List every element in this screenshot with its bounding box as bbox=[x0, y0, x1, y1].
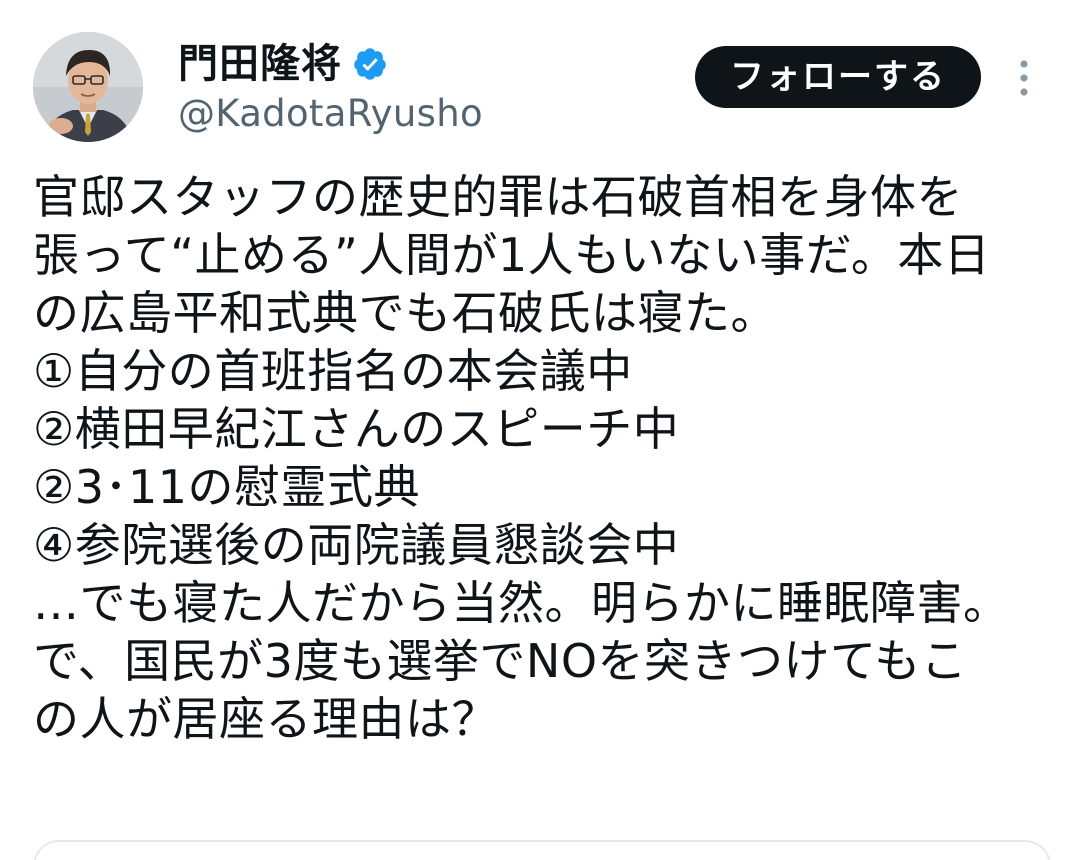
tweet-text-line: 官邸スタッフの歴史的罪は石破首相を身体を bbox=[33, 170, 963, 224]
verified-badge-icon bbox=[354, 48, 386, 80]
tweet-text: 官邸スタッフの歴史的罪は石破首相を身体を 張って“止める”人間が1人もいない事だ… bbox=[33, 168, 1043, 748]
tweet-text-line: で、国民が3度も選挙でNOを突きつけてもこ bbox=[33, 634, 968, 688]
tweet-text-line: ②横田早紀江さんのスピーチ中 bbox=[33, 402, 680, 456]
tweet-text-line: 張って“止める”人間が1人もいない事だ。本日 bbox=[33, 228, 991, 282]
display-name[interactable]: 門田隆将 bbox=[178, 38, 342, 90]
tweet-text-line: の人が居座る理由は？ bbox=[33, 692, 498, 746]
author-name-row: 門田隆将 bbox=[178, 38, 388, 90]
tweet-text-line: …でも寝た人だから当然。明らかに睡眠障害。 bbox=[33, 576, 1010, 630]
tweet-text-line: ④参院選後の両院議員懇談会中 bbox=[33, 518, 680, 572]
embedded-card-edge[interactable] bbox=[33, 840, 1051, 860]
avatar-photo bbox=[33, 32, 143, 142]
user-handle[interactable]: @KadotaRyusho bbox=[178, 92, 483, 136]
follow-button[interactable]: フォローする bbox=[695, 46, 981, 108]
tweet-text-line: の広島平和式典でも石破氏は寝た。 bbox=[33, 286, 777, 340]
tweet-card: 門田隆将 @KadotaRyusho フォローする 官邸スタッフの歴史的罪は石破… bbox=[0, 0, 1080, 860]
avatar[interactable] bbox=[33, 32, 143, 142]
tweet-text-line: ①自分の首班指名の本会議中 bbox=[33, 344, 633, 398]
tweet-text-line: ②3･11の慰霊式典 bbox=[33, 460, 421, 514]
more-vertical-icon[interactable] bbox=[1010, 56, 1038, 100]
